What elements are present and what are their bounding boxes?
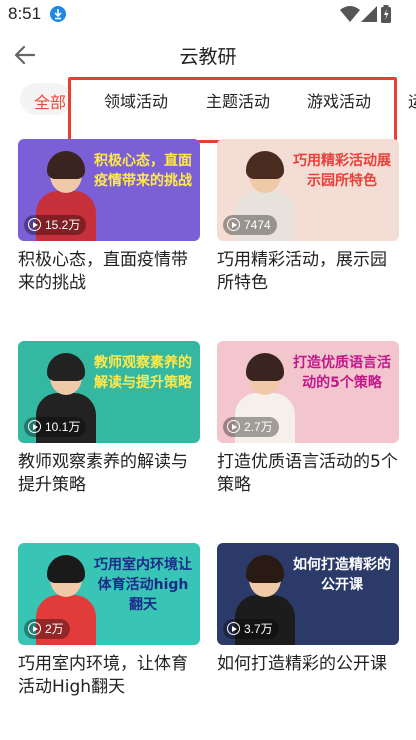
video-card[interactable]: 打造优质语言活动的5个策略 2.7万 打造优质语言活动的5个策略 — [217, 341, 399, 497]
tab-all-label: 全部 — [34, 93, 67, 112]
status-time: 8:51 — [8, 4, 42, 23]
video-thumbnail[interactable]: 巧用精彩活动展示园所特色 7474 — [217, 139, 399, 241]
video-card[interactable]: 教师观察素养的解读与提升策略 10.1万 教师观察素养的解读与提升策略 — [18, 341, 200, 497]
video-card[interactable]: 巧用精彩活动展示园所特色 7474 巧用精彩活动，展示园所特色 — [217, 139, 399, 295]
play-icon — [227, 420, 240, 433]
card-title[interactable]: 教师观察素养的解读与提升策略 — [18, 451, 200, 497]
video-card[interactable]: 积极心态，直面疫情带来的挑战 15.2万 积极心态，直面疫情带来的挑战 — [18, 139, 200, 295]
tab-all[interactable]: 全部 — [20, 83, 72, 115]
view-count: 10.1万 — [24, 417, 87, 437]
wifi-icon — [340, 6, 360, 22]
video-card[interactable]: 巧用室内环境让体育活动high翻天 2万 巧用室内环境，让体育活动High翻天 — [18, 543, 200, 699]
thumbnail-title: 教师观察素养的解读与提升策略 — [94, 355, 192, 391]
video-thumbnail[interactable]: 积极心态，直面疫情带来的挑战 15.2万 — [18, 139, 200, 241]
card-title[interactable]: 巧用精彩活动，展示园所特色 — [217, 249, 399, 295]
tab-domain-activity[interactable]: 领域活动 — [104, 88, 168, 112]
card-title[interactable]: 巧用室内环境，让体育活动High翻天 — [18, 653, 200, 699]
view-count: 2.7万 — [223, 417, 279, 437]
play-icon — [227, 622, 240, 635]
view-count: 15.2万 — [24, 215, 87, 235]
system-icons — [340, 5, 394, 23]
play-icon — [28, 218, 41, 231]
thumbnail-title: 巧用精彩活动展示园所特色 — [293, 153, 391, 189]
category-tabs: 全部 领域活动 主题活动 游戏活动 运 — [0, 80, 416, 120]
play-icon — [227, 218, 240, 231]
thumbnail-title: 打造优质语言活动的5个策略 — [293, 355, 391, 391]
play-icon — [28, 420, 41, 433]
battery-icon — [381, 5, 391, 23]
page-title: 云教研 — [179, 46, 237, 68]
signal-icon — [361, 6, 377, 22]
thumbnail-title: 如何打造精彩的公开课 — [293, 557, 391, 593]
tab-next-partial[interactable]: 运 — [408, 88, 416, 112]
thumbnail-title: 积极心态，直面疫情带来的挑战 — [94, 153, 192, 189]
download-icon — [50, 6, 66, 22]
tab-theme-activity[interactable]: 主题活动 — [206, 88, 270, 112]
card-title[interactable]: 如何打造精彩的公开课 — [217, 653, 399, 676]
card-title[interactable]: 积极心态，直面疫情带来的挑战 — [18, 249, 200, 295]
video-thumbnail[interactable]: 教师观察素养的解读与提升策略 10.1万 — [18, 341, 200, 443]
status-bar: 8:51 — [0, 0, 416, 30]
tab-game-activity[interactable]: 游戏活动 — [307, 88, 371, 112]
video-thumbnail[interactable]: 如何打造精彩的公开课 3.7万 — [217, 543, 399, 645]
card-title[interactable]: 打造优质语言活动的5个策略 — [217, 451, 399, 497]
view-count: 2万 — [24, 619, 70, 639]
video-thumbnail[interactable]: 打造优质语言活动的5个策略 2.7万 — [217, 341, 399, 443]
video-thumbnail[interactable]: 巧用室内环境让体育活动high翻天 2万 — [18, 543, 200, 645]
title-bar: 云教研 — [0, 30, 416, 80]
play-icon — [28, 622, 41, 635]
view-count: 3.7万 — [223, 619, 279, 639]
thumbnail-title: 巧用室内环境让体育活动high翻天 — [94, 557, 192, 613]
view-count: 7474 — [223, 215, 277, 235]
video-card[interactable]: 如何打造精彩的公开课 3.7万 如何打造精彩的公开课 — [217, 543, 399, 676]
